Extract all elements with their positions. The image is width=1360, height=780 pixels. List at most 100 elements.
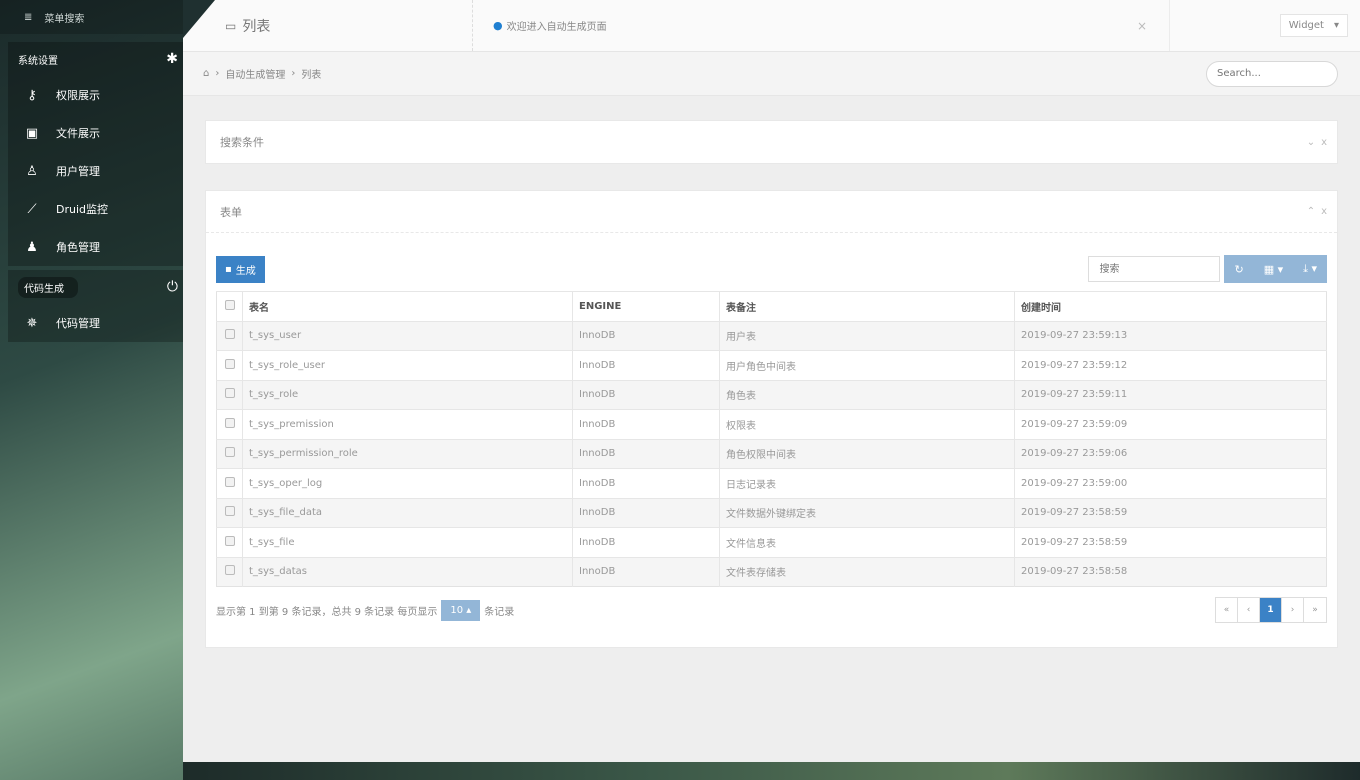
table-row[interactable]: t_sys_premission InnoDB 权限表 2019-09-27 23:5… (216, 409, 1327, 439)
close-icon[interactable]: × (1137, 19, 1147, 33)
pagination-suffix: 条记录 (484, 606, 515, 618)
cell-name: t_sys_user (242, 320, 573, 351)
notice: ● 欢迎进入自动生成页面 (493, 18, 607, 33)
row-checkbox[interactable] (216, 409, 243, 439)
breadcrumb-item[interactable]: 自动生成管理 (225, 66, 285, 81)
table-row[interactable]: t_sys_file InnoDB 文件信息表 2019-09-27 23:58:59 (216, 527, 1327, 557)
cell-created: 2019-09-27 23:59:06 (1014, 438, 1327, 469)
table-row[interactable]: t_sys_datas InnoDB 文件表存储表 2019-09-27 23:58:… (216, 556, 1327, 587)
sidebar-item-users[interactable]: ♙ 用户管理 (8, 152, 184, 190)
cell-engine: InnoDB (572, 379, 720, 410)
sidebar-item-label: 代码管理 (56, 317, 100, 330)
menu-group-title: 代码生成 (18, 276, 78, 298)
table-row[interactable]: t_sys_role_user InnoDB 用户角色中间表 2019-09-27 2… (216, 350, 1327, 380)
menu-group-header[interactable]: 系统设置 ✱ (8, 42, 184, 76)
sidebar-item-druid[interactable]: ⟋ Druid监控 (8, 190, 184, 228)
table-button-group: ↻ ▦ ▾ ⤓ ▾ (1224, 255, 1327, 283)
cell-comment: 角色表 (719, 379, 1015, 410)
generate-button[interactable]: ▪ 生成 (216, 255, 265, 283)
menu-group-header[interactable]: 代码生成 ⏻ (8, 270, 184, 304)
cell-name: t_sys_datas (242, 556, 573, 587)
table-row[interactable]: t_sys_permission_role InnoDB 角色权限中间表 2019-0… (216, 438, 1327, 469)
next-page-button[interactable]: › (1282, 598, 1304, 622)
page-size-dropdown[interactable]: 10 ▴ (441, 599, 481, 621)
close-icon[interactable]: x (1321, 206, 1327, 217)
user-icon: ♙ (26, 163, 38, 179)
search-panel-title: 搜索条件 (220, 136, 264, 149)
sidebar-item-code-manage[interactable]: ✵ 代码管理 (8, 304, 184, 342)
cell-comment: 权限表 (719, 409, 1015, 439)
row-checkbox[interactable] (216, 556, 243, 587)
generate-button-label: 生成 (235, 265, 256, 277)
row-checkbox[interactable] (216, 320, 243, 351)
sidebar-item-roles[interactable]: ♟ 角色管理 (8, 228, 184, 266)
breadcrumb-item: 列表 (301, 70, 322, 81)
row-checkbox[interactable] (216, 379, 243, 410)
cell-created: 2019-09-27 23:58:58 (1014, 556, 1327, 587)
cell-engine: InnoDB (572, 350, 720, 380)
sidebar-toggle[interactable] (183, 0, 215, 52)
page-button[interactable]: 1 (1260, 598, 1282, 622)
cell-engine: InnoDB (572, 409, 720, 439)
table-row[interactable]: t_sys_oper_log InnoDB 日志记录表 2019-09-27 23:5… (216, 468, 1327, 498)
row-checkbox[interactable] (216, 468, 243, 498)
table-row[interactable]: t_sys_file_data InnoDB 文件数据外键绑定表 2019-09-27… (216, 497, 1327, 528)
widget-dropdown[interactable]: Widget ▾ (1279, 14, 1348, 37)
cell-comment: 文件数据外键绑定表 (719, 497, 1015, 528)
select-all-checkbox[interactable] (216, 291, 243, 321)
sidebar-item-label: 用户管理 (56, 165, 100, 178)
first-page-button[interactable]: « (1216, 598, 1238, 622)
sidebar-item-files[interactable]: ▣ 文件展示 (8, 114, 184, 152)
info-icon: ● (493, 19, 503, 32)
row-checkbox[interactable] (216, 438, 243, 469)
table-search-input[interactable] (1088, 256, 1221, 282)
row-checkbox[interactable] (216, 497, 243, 528)
table-row[interactable]: t_sys_user InnoDB 用户表 2019-09-27 23:59:13 (216, 320, 1327, 351)
row-checkbox[interactable] (216, 527, 243, 557)
page-size-value: 10 (450, 604, 464, 616)
search-input[interactable] (1206, 60, 1338, 87)
menu-group-system: 系统设置 ✱ ⚷ 权限展示 ▣ 文件展示 ♙ 用户管理 ⟋ Druid监控 ♟ … (8, 42, 184, 266)
file-image-icon: ▣ (25, 125, 39, 141)
main-content: 搜索条件 ⌄ x 表单 ⌃ x ▪ 生成 搜索 ↻ ▦ ▾ ⤓ ▾ 表名 ENG… (183, 96, 1360, 762)
column-header[interactable]: 表名 (242, 291, 573, 321)
column-header[interactable]: ENGINE (572, 291, 720, 321)
top-bar: ▭ 列表 ● 欢迎进入自动生成页面 × Widget ▾ (183, 0, 1360, 52)
sidebar-item-permissions[interactable]: ⚷ 权限展示 (8, 76, 184, 114)
prev-page-button[interactable]: ‹ (1238, 598, 1260, 622)
widget-area: Widget ▾ (1170, 0, 1360, 51)
cell-created: 2019-09-27 23:59:09 (1014, 409, 1327, 439)
columns-icon[interactable]: ▦ ▾ (1254, 263, 1293, 276)
home-icon[interactable]: ⌂ (203, 68, 209, 79)
plus-square-icon: ▪ (225, 263, 232, 275)
chevron-up-icon[interactable]: ⌃ (1307, 206, 1315, 217)
line-chart-icon: ⟋ (27, 201, 37, 217)
cell-engine: InnoDB (572, 468, 720, 498)
sidebar: ≣ 菜单搜索 系统设置 ✱ ⚷ 权限展示 ▣ 文件展示 ♙ 用户管理 ⟋ Dru… (0, 0, 184, 780)
row-checkbox[interactable] (216, 350, 243, 380)
column-header[interactable]: 创建时间 (1014, 291, 1327, 321)
column-header[interactable]: 表备注 (719, 291, 1015, 321)
cell-name: t_sys_file (242, 527, 573, 557)
close-icon[interactable]: x (1321, 137, 1327, 148)
cell-engine: InnoDB (572, 497, 720, 528)
refresh-icon[interactable]: ↻ (1224, 263, 1253, 276)
cell-created: 2019-09-27 23:58:59 (1014, 527, 1327, 557)
sidebar-item-label: 权限展示 (56, 89, 100, 102)
menu-search[interactable]: ≣ 菜单搜索 (0, 0, 183, 34)
search-panel-header: 搜索条件 ⌄ x (206, 121, 1337, 163)
table-toolbar: ▪ 生成 ↻ ▦ ▾ ⤓ ▾ (216, 255, 1327, 283)
chevron-down-icon[interactable]: ⌄ (1307, 137, 1315, 148)
cell-name: t_sys_role_user (242, 350, 573, 380)
last-page-button[interactable]: » (1304, 598, 1326, 622)
cell-engine: InnoDB (572, 556, 720, 587)
widget-label: Widget (1288, 20, 1324, 31)
pagination: « ‹ 1 › » (1215, 597, 1327, 623)
download-icon[interactable]: ⤓ ▾ (1293, 262, 1327, 276)
data-table: 表名 ENGINE 表备注 创建时间 t_sys_user InnoDB 用户表 20… (216, 291, 1327, 587)
search-panel: 搜索条件 ⌄ x (205, 120, 1338, 164)
breadcrumb: ⌂ › 自动生成管理 › 列表 (203, 66, 321, 81)
table-row[interactable]: t_sys_role InnoDB 角色表 2019-09-27 23:59:11 (216, 379, 1327, 410)
cell-created: 2019-09-27 23:59:00 (1014, 468, 1327, 498)
cell-comment: 日志记录表 (719, 468, 1015, 498)
